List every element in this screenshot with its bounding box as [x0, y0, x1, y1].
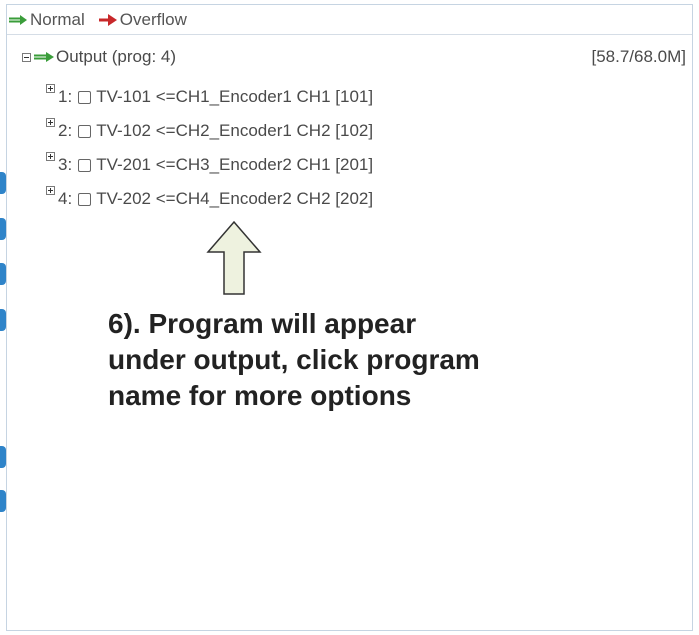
- collapse-icon[interactable]: [22, 52, 31, 62]
- instruction-annotation: 6). Program will appear under output, cl…: [108, 308, 480, 411]
- program-name[interactable]: TV-102 <=CH2_Encoder1 CH2 [102]: [96, 121, 373, 141]
- up-arrow-icon: [206, 220, 262, 295]
- expand-icon[interactable]: [46, 118, 55, 127]
- program-checkbox[interactable]: [78, 124, 92, 138]
- output-node[interactable]: Output (prog: 4) [58.7/68.0M]: [22, 45, 686, 69]
- program-row: 1: TV-101 <=CH1_Encoder1 CH1 [101]: [46, 78, 686, 112]
- program-name[interactable]: TV-202 <=CH4_Encoder2 CH2 [202]: [96, 189, 373, 209]
- program-index: 4:: [58, 189, 73, 208]
- legend-overflow: Overflow: [98, 9, 187, 30]
- program-index: 3:: [58, 155, 73, 174]
- program-index: 1:: [58, 87, 73, 106]
- program-index: 2:: [58, 121, 73, 140]
- program-list: 1: TV-101 <=CH1_Encoder1 CH1 [101] 2: TV…: [46, 78, 686, 214]
- program-row: 3: TV-201 <=CH3_Encoder2 CH1 [201]: [46, 146, 686, 180]
- legend-normal-label: Normal: [30, 9, 85, 29]
- program-name[interactable]: TV-201 <=CH3_Encoder2 CH1 [201]: [96, 155, 373, 175]
- expand-icon[interactable]: [46, 84, 55, 93]
- expand-icon[interactable]: [46, 152, 55, 161]
- expand-icon[interactable]: [46, 186, 55, 195]
- output-tree: Output (prog: 4) [58.7/68.0M] 1: TV-101 …: [22, 45, 686, 214]
- green-arrow-icon: [9, 14, 27, 25]
- program-checkbox[interactable]: [78, 90, 92, 104]
- legend-normal: Normal: [9, 10, 85, 30]
- legend-overflow-label: Overflow: [119, 9, 187, 29]
- program-row: 2: TV-102 <=CH2_Encoder1 CH2 [102]: [46, 112, 686, 146]
- program-name[interactable]: TV-101 <=CH1_Encoder1 CH1 [101]: [96, 87, 373, 107]
- green-arrow-icon: [34, 52, 54, 62]
- legend: Normal Overflow: [7, 5, 692, 35]
- program-checkbox[interactable]: [78, 158, 92, 172]
- output-label[interactable]: Output (prog: 4): [56, 47, 176, 67]
- red-arrow-icon: [98, 13, 117, 26]
- program-row: 4: TV-202 <=CH4_Encoder2 CH2 [202]: [46, 180, 686, 214]
- program-checkbox[interactable]: [78, 192, 92, 206]
- output-bitrate: [58.7/68.0M]: [591, 47, 686, 66]
